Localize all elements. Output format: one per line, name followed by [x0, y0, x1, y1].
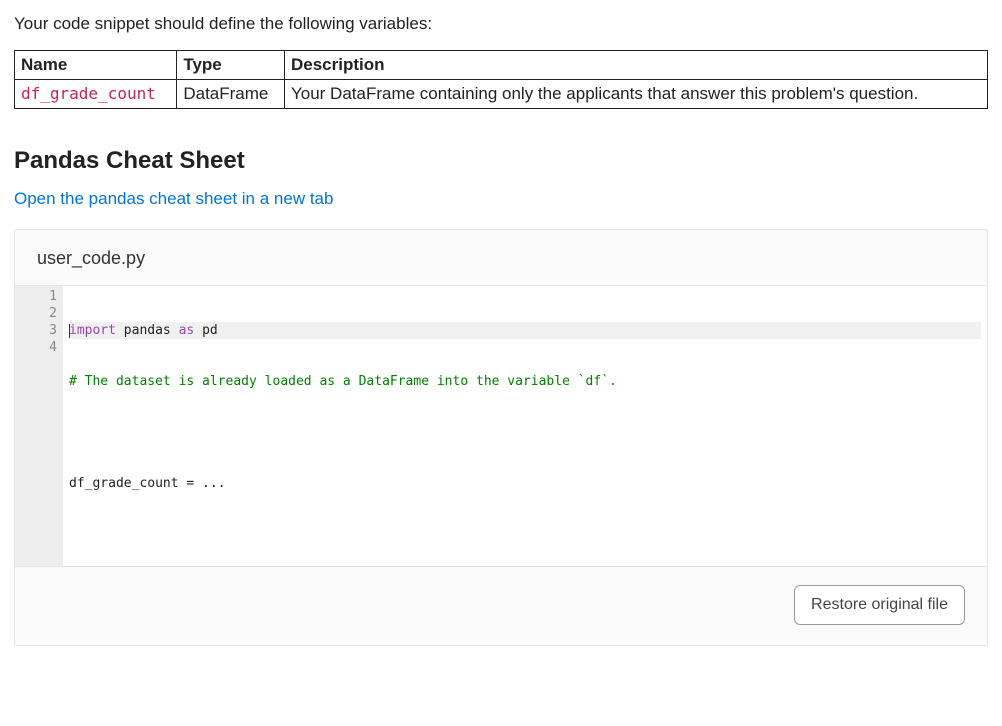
intro-text: Your code snippet should define the foll…	[14, 14, 988, 34]
section-heading: Pandas Cheat Sheet	[14, 147, 988, 175]
line-number: 1	[15, 288, 57, 305]
code-area[interactable]: import pandas as pd # The dataset is alr…	[63, 286, 987, 566]
variables-table: Name Type Description df_grade_count Dat…	[14, 50, 988, 109]
code-line	[69, 424, 981, 441]
text-token: pandas	[116, 323, 179, 338]
code-line: import pandas as pd	[69, 322, 981, 339]
code-line: # The dataset is already loaded as a Dat…	[69, 373, 981, 390]
col-name: Name	[15, 51, 177, 80]
line-number: 2	[15, 305, 57, 322]
restore-original-button[interactable]: Restore original file	[794, 585, 965, 625]
text-token: pd	[194, 323, 217, 338]
cell-description: Your DataFrame containing only the appli…	[284, 80, 987, 109]
editor-body: 1 2 3 4 import pandas as pd # The datase…	[15, 285, 987, 567]
comment-token: # The dataset is already loaded as a Dat…	[69, 374, 617, 389]
editor-footer: Restore original file	[15, 567, 987, 645]
cell-name: df_grade_count	[15, 80, 177, 109]
pandas-cheat-sheet-link[interactable]: Open the pandas cheat sheet in a new tab	[14, 189, 333, 209]
var-name-code: df_grade_count	[21, 84, 156, 103]
code-line: df_grade_count = ...	[69, 475, 981, 492]
table-header-row: Name Type Description	[15, 51, 988, 80]
line-number: 4	[15, 339, 57, 356]
cell-type: DataFrame	[177, 80, 285, 109]
editor-filename: user_code.py	[15, 230, 987, 285]
col-description: Description	[284, 51, 987, 80]
code-editor-panel: user_code.py 1 2 3 4 import pandas as pd…	[14, 229, 988, 646]
table-row: df_grade_count DataFrame Your DataFrame …	[15, 80, 988, 109]
keyword-token: as	[179, 323, 195, 338]
editor-gutter: 1 2 3 4	[15, 286, 63, 566]
keyword-token: import	[69, 323, 116, 338]
line-number: 3	[15, 322, 57, 339]
col-type: Type	[177, 51, 285, 80]
